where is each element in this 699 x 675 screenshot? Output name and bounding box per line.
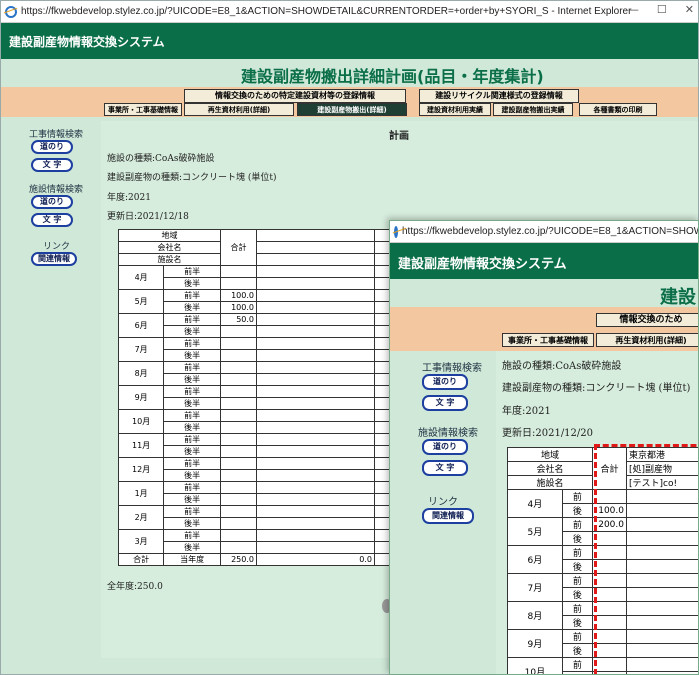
popup-browser-window: https://fkwebdevelop.stylez.co.jp/?UICOD… <box>389 220 699 675</box>
value-cell: 100.0 <box>220 289 257 302</box>
popup-nav-group: 情報交換のため <box>596 313 698 327</box>
popup-updated-date: 更新日:2021/12/20 <box>502 428 594 439</box>
road-button[interactable]: 道のり <box>31 140 73 154</box>
month-label: 7月 <box>117 337 165 362</box>
popup-facility-search-label: 施設情報検索 <box>418 428 478 439</box>
header-company: 会社名 <box>118 241 221 254</box>
byproduct-type: 建設副産物の種類:コンクリート塊 (単位t) <box>107 173 277 183</box>
popup-page-title: 建設 <box>660 287 696 308</box>
month-label: 12月 <box>117 457 165 482</box>
monthly-plan-table: 地域 合計 会社名 施設名 4月 前半 後半 5月 前半 100.0 後半 100.0 … <box>117 229 393 566</box>
facility-road-button[interactable]: 道のり <box>31 195 73 209</box>
nav-group-recycling-forms: 建設リサイクル関連様式の登録情報 <box>419 89 579 103</box>
page-title: 建設副産物搬出詳細計画(品目・年度集計) <box>241 67 544 86</box>
related-info-button[interactable]: 関連情報 <box>31 252 77 266</box>
tab-office-basic-info[interactable]: 事業所・工事基礎情報 <box>104 103 182 116</box>
close-button[interactable]: ✕ <box>685 3 694 16</box>
popup-road-button[interactable]: 道のり <box>422 374 468 390</box>
popup-header-region: 地域 <box>507 447 593 462</box>
total-value-second: 0.0 <box>256 553 375 566</box>
popup-text-button[interactable]: 文 字 <box>422 395 468 411</box>
popup-fiscal-year: 年度:2021 <box>502 406 551 417</box>
highlight-dashed-box <box>594 444 698 674</box>
fiscal-year: 年度:2021 <box>107 193 151 203</box>
popup-facility-type: 施設の種類:CoAs破砕施設 <box>502 361 622 372</box>
popup-facility-text-button[interactable]: 文 字 <box>422 460 468 476</box>
popup-month-label: 6月 <box>507 545 563 574</box>
nav-group-specific-materials: 情報交換のための特定建設資材等の登録情報 <box>184 89 406 103</box>
tab-print-documents[interactable]: 各種書類の印刷 <box>579 103 657 116</box>
this-year-label: 当年度 <box>163 553 221 566</box>
header-facility: 施設名 <box>118 253 221 266</box>
construction-search-label: 工事情報検索 <box>29 130 84 140</box>
header-total: 合計 <box>220 229 257 266</box>
updated-date: 更新日:2021/12/18 <box>107 212 189 222</box>
month-label: 5月 <box>117 289 165 314</box>
popup-title-bar: https://fkwebdevelop.stylez.co.jp/?UICOD… <box>390 221 699 243</box>
popup-tab-office-basic-info[interactable]: 事業所・工事基礎情報 <box>502 333 594 347</box>
popup-link-label: リンク <box>428 497 458 508</box>
maximize-button[interactable]: ☐ <box>657 3 667 16</box>
ie-browser-icon <box>394 225 398 238</box>
popup-tab-recycled-material-detail[interactable]: 再生資材利用(詳細) <box>596 333 698 347</box>
system-header: 建設副産物情報交換システム <box>1 23 698 59</box>
title-bar: https://fkwebdevelop.stylez.co.jp/?UICOD… <box>1 1 698 23</box>
popup-window-title: https://fkwebdevelop.stylez.co.jp/?UICOD… <box>402 226 699 237</box>
month-label: 3月 <box>117 529 165 554</box>
popup-header-facility: 施設名 <box>507 475 593 490</box>
value-cell: 50.0 <box>220 313 257 326</box>
popup-month-label: 5月 <box>507 517 563 546</box>
month-label: 1月 <box>117 481 165 506</box>
system-name: 建設副産物情報交換システム <box>9 35 165 49</box>
facility-text-button[interactable]: 文 字 <box>31 213 73 227</box>
minimize-button[interactable]: — <box>628 3 639 16</box>
popup-month-label: 8月 <box>507 601 563 630</box>
popup-facility-road-button[interactable]: 道のり <box>422 439 468 455</box>
popup-month-label: 7月 <box>507 573 563 602</box>
header-region: 地域 <box>118 229 221 242</box>
popup-month-label: 9月 <box>507 629 563 658</box>
month-label: 8月 <box>117 361 165 386</box>
tab-recycled-material-detail[interactable]: 再生資材利用(詳細) <box>184 103 294 116</box>
window-title: https://fkwebdevelop.stylez.co.jp/?UICOD… <box>21 6 632 17</box>
popup-header-company: 会社名 <box>507 461 593 476</box>
popup-byproduct-type: 建設副産物の種類:コンクリート塊 (単位t) <box>502 383 691 394</box>
tab-material-usage-results[interactable]: 建設資材利用実績 <box>419 103 491 116</box>
month-label: 2月 <box>117 505 165 530</box>
tab-byproduct-export-detail[interactable]: 建設副産物搬出(詳細) <box>297 103 407 116</box>
text-button[interactable]: 文 字 <box>31 158 73 172</box>
section-title: 計画 <box>389 131 409 142</box>
month-label: 11月 <box>117 433 165 458</box>
tab-byproduct-export-results[interactable]: 建設副産物搬出実績 <box>493 103 573 116</box>
link-label: リンク <box>43 242 71 252</box>
total-value: 250.0 <box>220 553 257 566</box>
popup-month-label: 4月 <box>507 489 563 518</box>
popup-related-info-button[interactable]: 関連情報 <box>422 508 474 524</box>
month-label: 9月 <box>117 385 165 410</box>
popup-system-header: 建設副産物情報交換システム <box>390 243 698 279</box>
ie-browser-icon <box>5 5 17 18</box>
popup-system-name: 建設副産物情報交換システム <box>398 257 567 272</box>
month-label: 10月 <box>117 409 165 434</box>
facility-search-label: 施設情報検索 <box>29 185 84 195</box>
all-years-total: 全年度:250.0 <box>107 582 163 592</box>
facility-type: 施設の種類:CoAs破砕施設 <box>107 154 215 164</box>
month-label: 4月 <box>117 265 165 290</box>
value-cell: 100.0 <box>220 301 257 314</box>
popup-month-label: 10月 <box>507 657 563 674</box>
total-label: 合計 <box>117 553 165 566</box>
month-label: 6月 <box>117 313 165 338</box>
popup-construction-search-label: 工事情報検索 <box>422 363 482 374</box>
